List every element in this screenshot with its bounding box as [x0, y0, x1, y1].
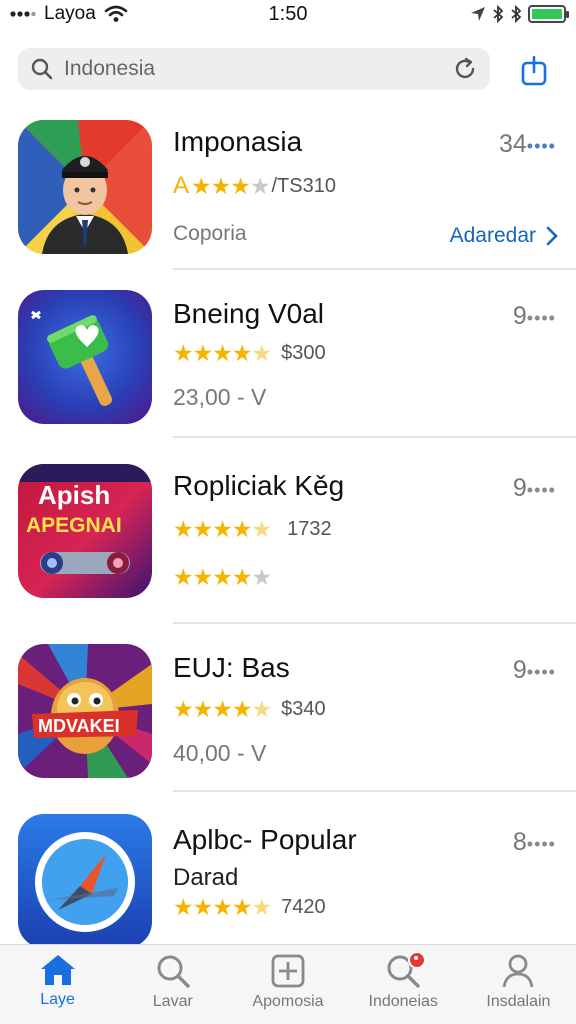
bluetooth-icon — [511, 5, 522, 23]
app-rank: 9•••• — [513, 656, 556, 685]
rating-line: ★★★★★ 1732 — [173, 516, 332, 543]
star-rating: ★★★★ — [191, 172, 270, 199]
app-rank: 8•••• — [513, 828, 556, 857]
search-icon — [157, 955, 190, 988]
rank-number: 9 — [512, 474, 527, 502]
rating-line: A ★★★★ /TS310 — [173, 172, 336, 200]
tab-insdalain[interactable]: Insdalain — [461, 945, 576, 1024]
status-right — [470, 5, 569, 23]
monster-game-icon: MDVAKEI — [18, 644, 152, 778]
refresh-icon[interactable] — [452, 56, 478, 82]
app-rank: 9•••• — [513, 302, 556, 331]
divider — [173, 790, 576, 792]
battery-fill — [532, 9, 562, 19]
share-icon — [521, 55, 547, 86]
rank-number: 8 — [512, 828, 527, 856]
rank-number: 34 — [498, 130, 527, 158]
plus-square-icon — [271, 954, 305, 988]
divider — [173, 268, 576, 270]
compass-icon — [18, 814, 152, 948]
divider — [173, 622, 576, 624]
app-name: Bneing V0al — [173, 298, 325, 329]
star-rating: ★★★★★ — [173, 516, 272, 542]
star-rating: ★★★★★ — [173, 564, 272, 590]
share-button[interactable] — [512, 50, 556, 90]
tab-label: Indoneias — [368, 993, 438, 1010]
app-list-item[interactable]: MDVAKEI EUJ: Bas 9•••• ★★★★★ $340 40,00 … — [0, 626, 576, 792]
app-subtitle: Coporia — [173, 222, 247, 245]
tab-label: Apomosia — [252, 993, 324, 1010]
secondary-rating: ★★★★★ — [173, 564, 272, 591]
rank-dots: •••• — [526, 834, 556, 854]
tab-lavar[interactable]: Lavar — [115, 945, 230, 1024]
icon-title-text: Apish — [38, 480, 110, 510]
rating-text: 7420 — [281, 896, 326, 918]
rating-text: /TS310 — [271, 174, 336, 197]
rating-text: 1732 — [287, 518, 332, 540]
app-subtitle: Darad — [173, 864, 239, 891]
police-avatar-icon — [18, 120, 152, 254]
star-rating: ★★★★★ — [173, 894, 272, 920]
chevron-right-icon — [546, 226, 558, 246]
status-bar: Layoa 1:50 — [0, 0, 576, 30]
tab-apomosia[interactable]: Apomosia — [230, 945, 345, 1024]
tab-laye[interactable]: Laye — [0, 945, 115, 1024]
rank-dots: •••• — [526, 136, 556, 156]
app-rank: 9•••• — [513, 474, 556, 503]
tab-label: Laye — [40, 991, 75, 1008]
rank-dots: •••• — [526, 662, 556, 682]
star-rating: ★★★★★ — [173, 340, 272, 366]
app-name: EUJ: Bas — [173, 652, 290, 683]
arcade-game-icon: Apish APEGNAI — [18, 464, 152, 598]
battery-icon — [528, 5, 569, 23]
app-subtitle: 40,00 - V — [173, 740, 267, 766]
tab-label: Insdalain — [486, 993, 551, 1010]
bluetooth-icon — [493, 5, 504, 23]
rank-dots: •••• — [526, 480, 556, 500]
search-input[interactable] — [64, 57, 452, 81]
app-list-item[interactable]: Apish APEGNAI Ropliciak Kěg 9•••• ★★★★★ … — [0, 440, 576, 624]
rating-line: ★★★★★ $340 — [173, 696, 326, 723]
rating-line: ★★★★★ $300 — [173, 340, 326, 367]
notification-badge — [407, 951, 426, 969]
app-name: Aplbc- Popular — [173, 824, 357, 855]
rank-number: 9 — [512, 656, 527, 684]
person-icon — [503, 954, 534, 988]
rating-line: ★★★★★ 7420 — [173, 894, 326, 921]
location-arrow-icon — [471, 7, 485, 21]
get-button[interactable]: Adaredar — [450, 224, 558, 248]
hammer-game-icon — [18, 290, 152, 424]
star-rating: ★★★★★ — [173, 696, 272, 722]
app-rank: 34•••• — [499, 130, 556, 159]
icon-banner-text: MDVAKEI — [38, 716, 120, 736]
tab-bar: Laye Lavar Apomosia Indoneias Insdalain — [0, 944, 576, 1024]
app-list-item[interactable]: Imponasia 34•••• A ★★★★ /TS310 Coporia A… — [0, 118, 576, 270]
app-name: Ropliciak Kěg — [173, 470, 345, 501]
rating-text: $340 — [281, 698, 326, 720]
rank-dots: •••• — [526, 308, 556, 328]
get-button-label: Adaredar — [449, 224, 536, 247]
rating-text: $300 — [281, 342, 326, 364]
app-name: Imponasia — [173, 126, 303, 157]
app-list-item[interactable]: Aplbc- Popular 8•••• Darad ★★★★★ 7420 — [0, 794, 576, 948]
app-list-item[interactable]: Bneing V0al 9•••• ★★★★★ $300 23,00 - V — [0, 272, 576, 438]
rating-prefix: A — [173, 172, 190, 199]
home-icon — [40, 955, 75, 985]
search-icon — [31, 58, 53, 80]
divider — [173, 436, 576, 438]
app-subtitle: 23,00 - V — [173, 384, 267, 410]
search-bar[interactable] — [18, 48, 490, 90]
rank-number: 9 — [512, 302, 527, 330]
tab-label: Lavar — [152, 993, 193, 1010]
icon-subtitle-text: APEGNAI — [26, 514, 122, 537]
tab-indoneias[interactable]: Indoneias — [346, 945, 461, 1024]
